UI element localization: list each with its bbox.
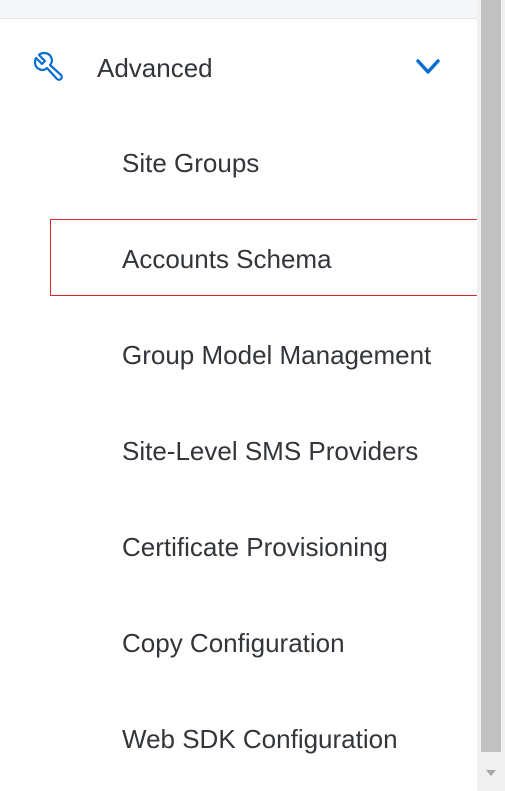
sidebar-item-accounts-schema[interactable]: Accounts Schema xyxy=(0,211,477,307)
sidebar-item-label: Group Model Management xyxy=(122,340,432,370)
sidebar-item-certificate-provisioning[interactable]: Certificate Provisioning xyxy=(0,499,477,595)
sidebar-panel: Advanced Site Groups Accounts Schema Gro… xyxy=(0,19,477,791)
sidebar-item-label: Site-Level SMS Providers xyxy=(122,436,419,466)
top-divider xyxy=(0,0,477,19)
section-header-advanced[interactable]: Advanced xyxy=(0,19,477,117)
sidebar-item-label: Certificate Provisioning xyxy=(122,532,388,562)
wrench-icon xyxy=(33,51,63,81)
sidebar-item-label: Accounts Schema xyxy=(122,244,332,274)
vertical-scrollbar[interactable] xyxy=(477,0,505,791)
scroll-down-arrow-icon[interactable] xyxy=(485,768,497,778)
sidebar-item-label: Copy Configuration xyxy=(122,628,345,658)
chevron-down-icon[interactable] xyxy=(414,55,442,79)
sidebar-item-copy-configuration[interactable]: Copy Configuration xyxy=(0,595,477,691)
navigation-frame: Advanced Site Groups Accounts Schema Gro… xyxy=(0,0,505,791)
sidebar-item-web-sdk-configuration[interactable]: Web SDK Configuration xyxy=(0,691,477,787)
sidebar-item-site-groups[interactable]: Site Groups xyxy=(0,115,477,211)
scrollbar-thumb[interactable] xyxy=(481,0,501,752)
sidebar-item-site-level-sms-providers[interactable]: Site-Level SMS Providers xyxy=(0,403,477,499)
section-title: Advanced xyxy=(97,53,213,83)
sidebar-item-label: Site Groups xyxy=(122,148,260,178)
sidebar-item-group-model-management[interactable]: Group Model Management xyxy=(0,307,477,403)
sidebar-item-label: Web SDK Configuration xyxy=(122,724,398,754)
